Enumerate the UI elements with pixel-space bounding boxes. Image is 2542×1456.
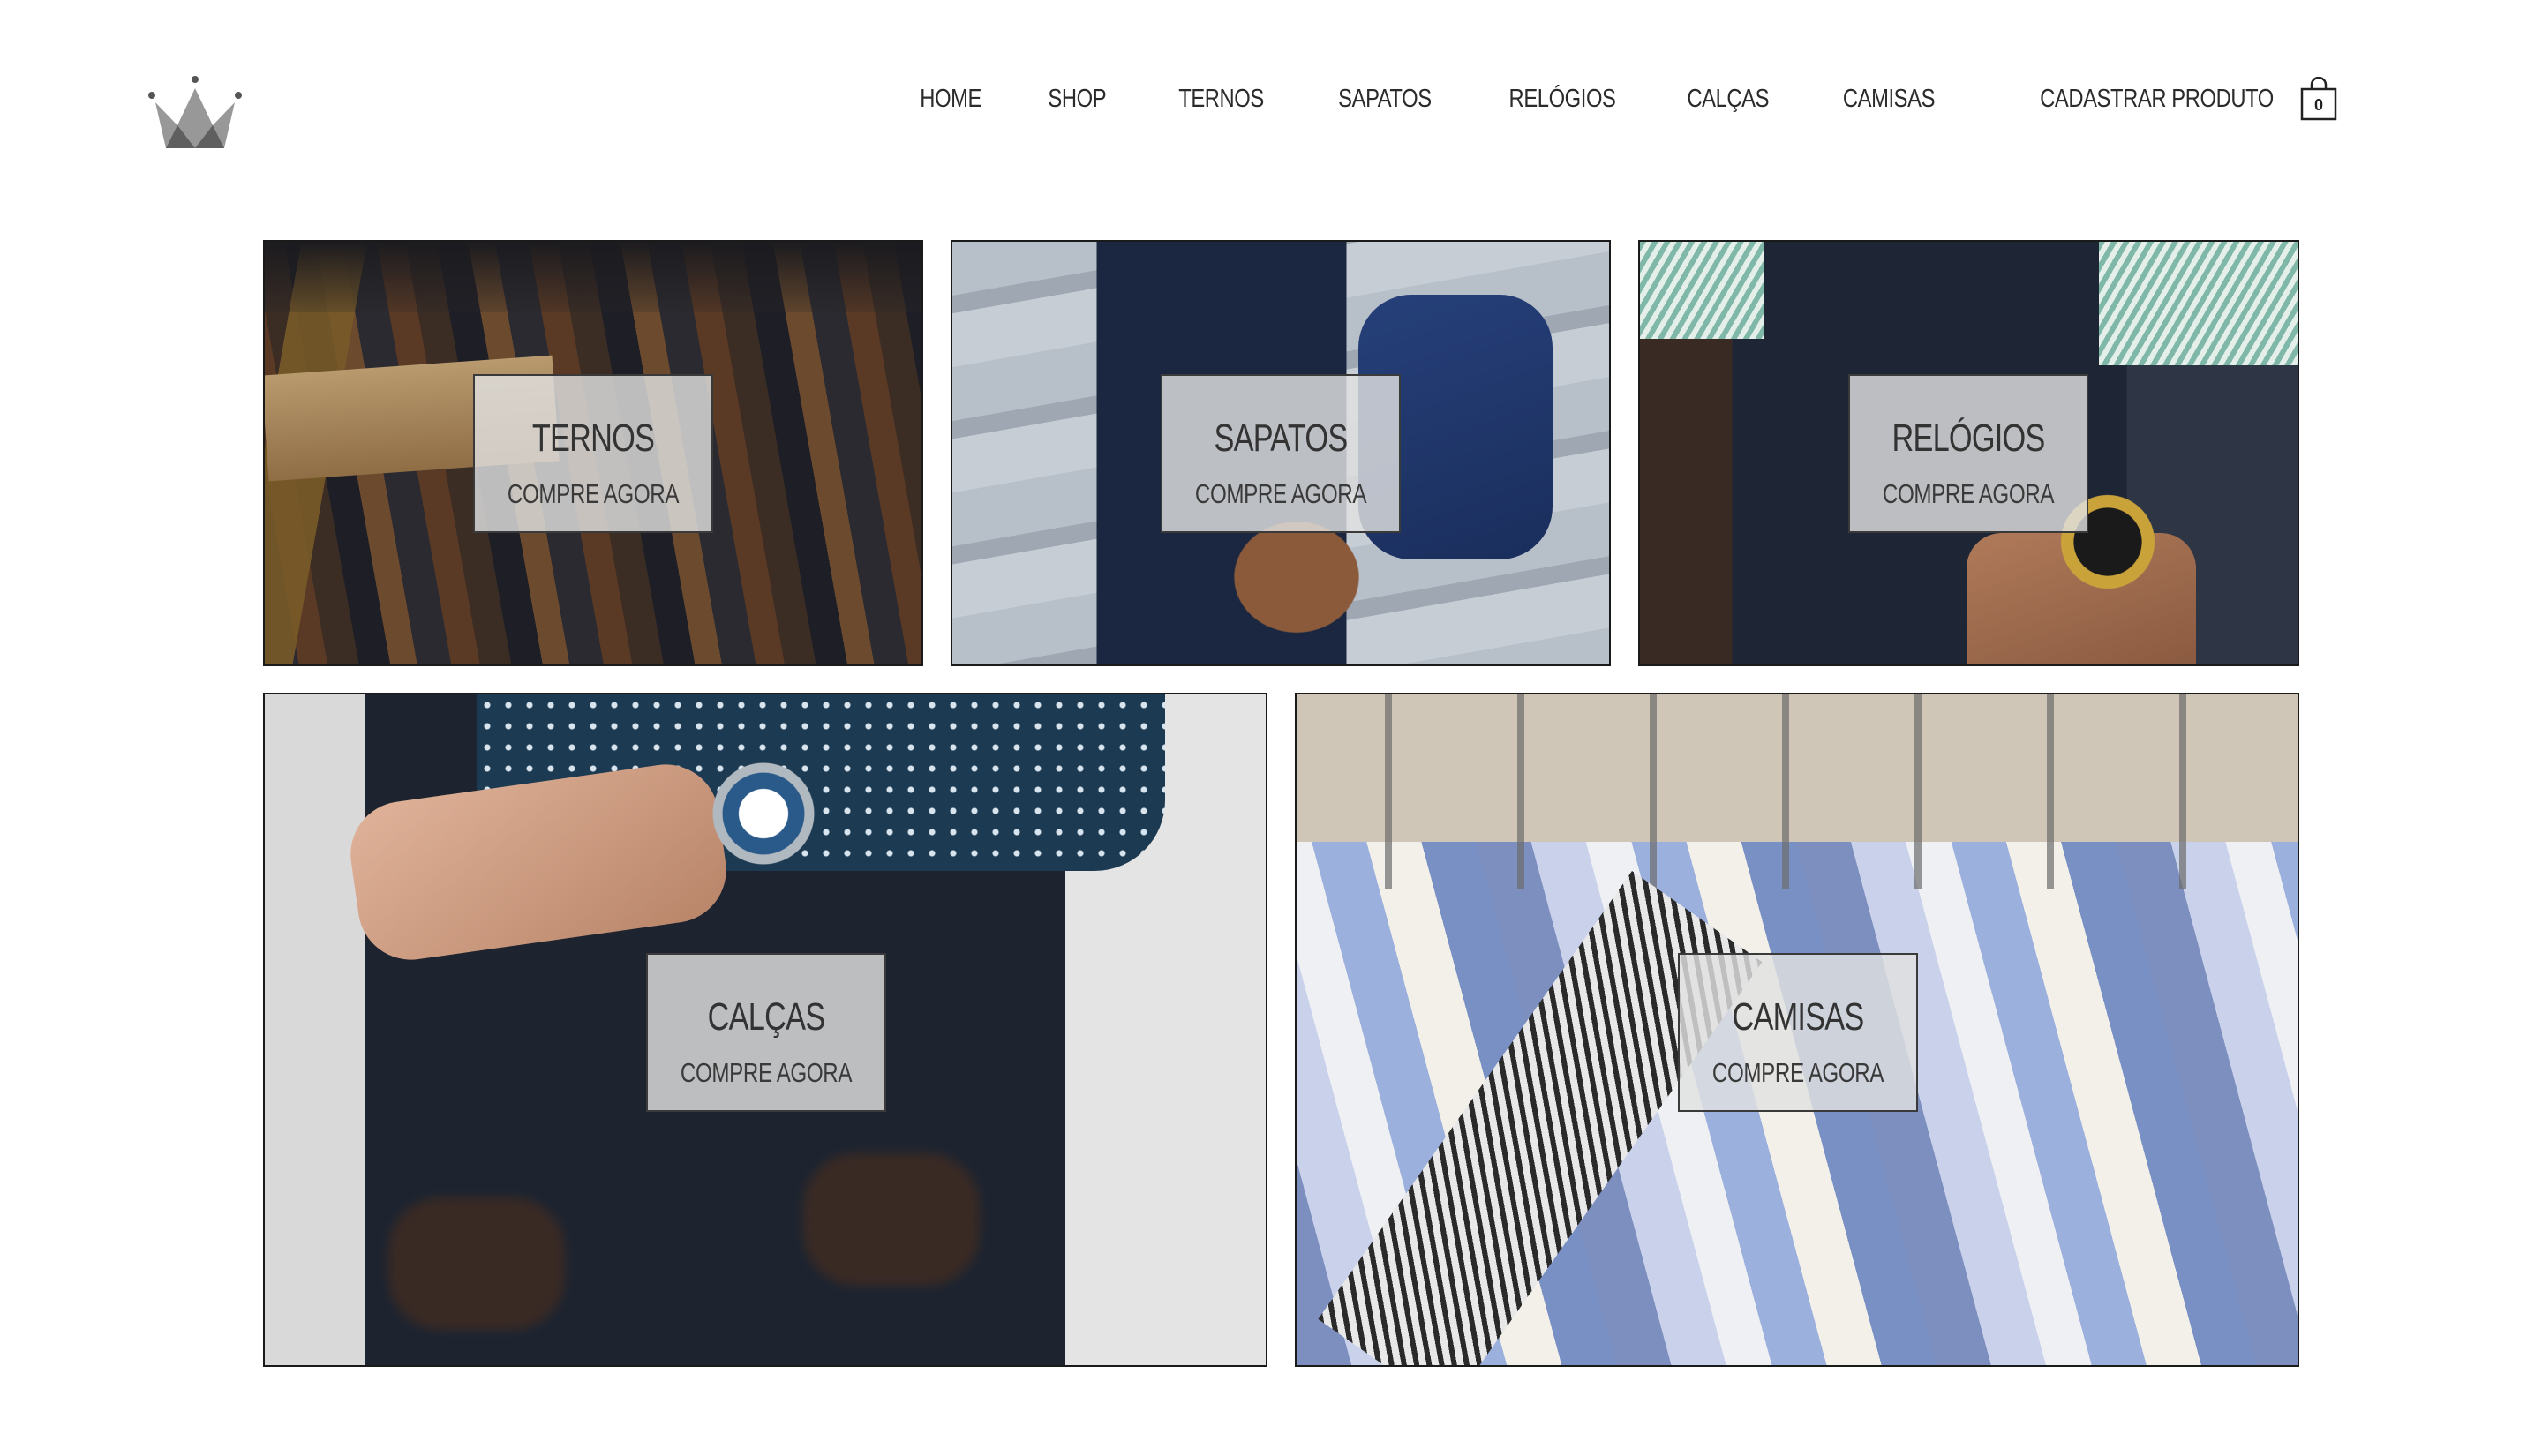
category-title: SAPATOS: [1214, 417, 1349, 460]
category-cta: COMPRE AGORA: [1711, 1057, 1884, 1088]
nav-shop[interactable]: SHOP: [1048, 85, 1106, 114]
nav-camisas[interactable]: CAMISAS: [1843, 85, 1936, 114]
category-cta: COMPRE AGORA: [507, 478, 680, 509]
category-label[interactable]: SAPATOS COMPRE AGORA: [1161, 374, 1401, 533]
shoe-shape: [803, 1153, 980, 1286]
category-tile-relogios[interactable]: RELÓGIOS COMPRE AGORA: [1638, 240, 2299, 666]
watch-shape: [706, 756, 821, 871]
nav-sapatos[interactable]: SAPATOS: [1338, 85, 1432, 114]
nav-cadastrar-produto[interactable]: CADASTRAR PRODUTO: [2040, 85, 2274, 114]
category-cta: COMPRE AGORA: [1194, 478, 1367, 509]
category-title: TERNOS: [531, 417, 655, 460]
nav-calcas[interactable]: CALÇAS: [1687, 85, 1769, 114]
category-title: CALÇAS: [707, 995, 825, 1039]
cart-count: 0: [2313, 96, 2323, 114]
nav-relogios[interactable]: RELÓGIOS: [1508, 85, 1615, 114]
category-label[interactable]: CALÇAS COMPRE AGORA: [646, 953, 886, 1112]
category-title: CAMISAS: [1732, 995, 1864, 1039]
category-cta: COMPRE AGORA: [1882, 478, 2055, 509]
category-cta: COMPRE AGORA: [680, 1057, 853, 1088]
category-tile-calcas[interactable]: CALÇAS COMPRE AGORA: [263, 693, 1267, 1367]
category-tile-sapatos[interactable]: SAPATOS COMPRE AGORA: [951, 240, 1611, 666]
shoe-shape: [388, 1197, 565, 1330]
nav-ternos[interactable]: TERNOS: [1178, 85, 1264, 114]
category-label[interactable]: CAMISAS COMPRE AGORA: [1678, 953, 1918, 1112]
category-tile-camisas[interactable]: CAMISAS COMPRE AGORA: [1295, 693, 2299, 1367]
site-header: HOME SHOP TERNOS SAPATOS RELÓGIOS CALÇAS…: [0, 0, 2542, 194]
category-tile-ternos[interactable]: TERNOS COMPRE AGORA: [263, 240, 923, 666]
crown-logo-icon[interactable]: [148, 76, 242, 152]
category-title: RELÓGIOS: [1891, 417, 2045, 460]
category-label[interactable]: RELÓGIOS COMPRE AGORA: [1848, 374, 2088, 533]
nav-home[interactable]: HOME: [920, 85, 981, 114]
cart-button[interactable]: 0: [2300, 77, 2337, 121]
main-nav: HOME SHOP TERNOS SAPATOS RELÓGIOS CALÇAS…: [906, 74, 2337, 124]
category-label[interactable]: TERNOS COMPRE AGORA: [473, 374, 713, 533]
